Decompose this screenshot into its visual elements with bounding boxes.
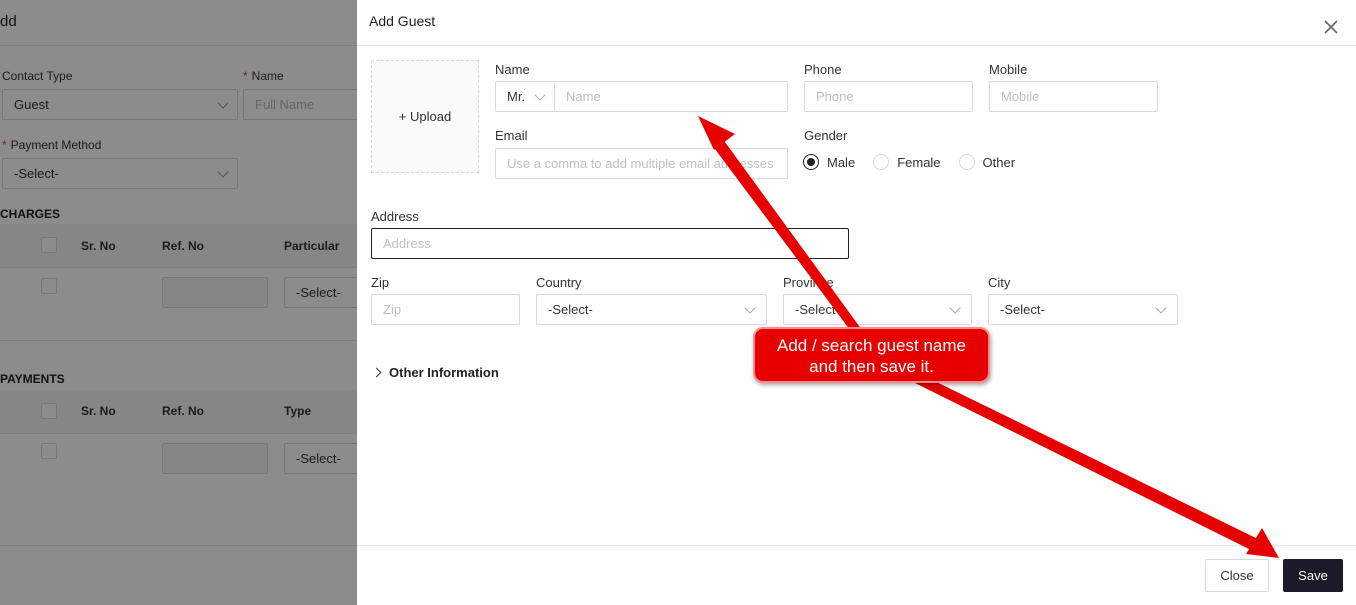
gender-option-female[interactable]: Female <box>873 154 941 170</box>
radio-checked-icon <box>803 154 819 170</box>
chevron-down-icon <box>949 302 961 314</box>
address-input[interactable] <box>371 228 849 259</box>
gender-label: Gender <box>804 128 848 143</box>
drawer-title: Add Guest <box>369 13 436 29</box>
callout-line: Add / search guest name <box>776 336 966 355</box>
chevron-down-icon <box>744 302 756 314</box>
name-input[interactable] <box>554 81 788 112</box>
salutation-select[interactable]: Mr. <box>495 81 555 112</box>
city-value: -Select- <box>1000 302 1045 317</box>
email-input[interactable] <box>495 148 788 179</box>
province-select[interactable]: -Select- <box>783 294 972 325</box>
callout-line: and then save it. <box>809 357 934 376</box>
address-label: Address <box>371 209 419 224</box>
chevron-down-icon <box>534 89 546 101</box>
zip-input[interactable] <box>371 294 520 325</box>
gender-option-label: Male <box>827 154 856 170</box>
gender-option-label: Female <box>897 154 941 170</box>
upload-photo-button[interactable]: + Upload <box>371 60 479 173</box>
footer-divider <box>357 545 1356 546</box>
city-select[interactable]: -Select- <box>988 294 1178 325</box>
drawer-header-divider <box>357 45 1356 46</box>
name-label: Name <box>495 62 530 77</box>
city-label: City <box>988 275 1011 290</box>
close-icon[interactable] <box>1320 16 1342 38</box>
radio-unchecked-icon <box>958 154 975 170</box>
add-guest-drawer: Add Guest + Upload Name Mr. Phone Mobile… <box>357 0 1356 605</box>
zip-label: Zip <box>371 275 390 290</box>
email-label: Email <box>495 128 528 143</box>
gender-option-other[interactable]: Other <box>958 154 1016 170</box>
salutation-value: Mr. <box>507 89 526 104</box>
close-button[interactable]: Close <box>1205 559 1269 592</box>
mobile-input[interactable] <box>989 81 1158 112</box>
country-label: Country <box>536 275 582 290</box>
phone-input[interactable] <box>804 81 973 112</box>
radio-unchecked-icon <box>873 154 890 170</box>
province-label: Province <box>783 275 834 290</box>
country-select[interactable]: -Select- <box>536 294 767 325</box>
gender-option-label: Other <box>982 154 1016 170</box>
annotation-callout: Add / search guest name and then save it… <box>753 327 990 383</box>
chevron-right-icon <box>371 367 382 378</box>
other-information-label: Other Information <box>389 365 499 380</box>
phone-label: Phone <box>804 62 842 77</box>
country-value: -Select- <box>548 302 593 317</box>
province-value: -Select- <box>795 302 840 317</box>
save-button[interactable]: Save <box>1283 559 1343 592</box>
gender-option-male[interactable]: Male <box>803 154 855 170</box>
mobile-label: Mobile <box>989 62 1028 77</box>
chevron-down-icon <box>1155 302 1167 314</box>
gender-radio-group: Male Female Other <box>803 153 1033 171</box>
other-information-toggle[interactable]: Other Information <box>371 365 499 380</box>
